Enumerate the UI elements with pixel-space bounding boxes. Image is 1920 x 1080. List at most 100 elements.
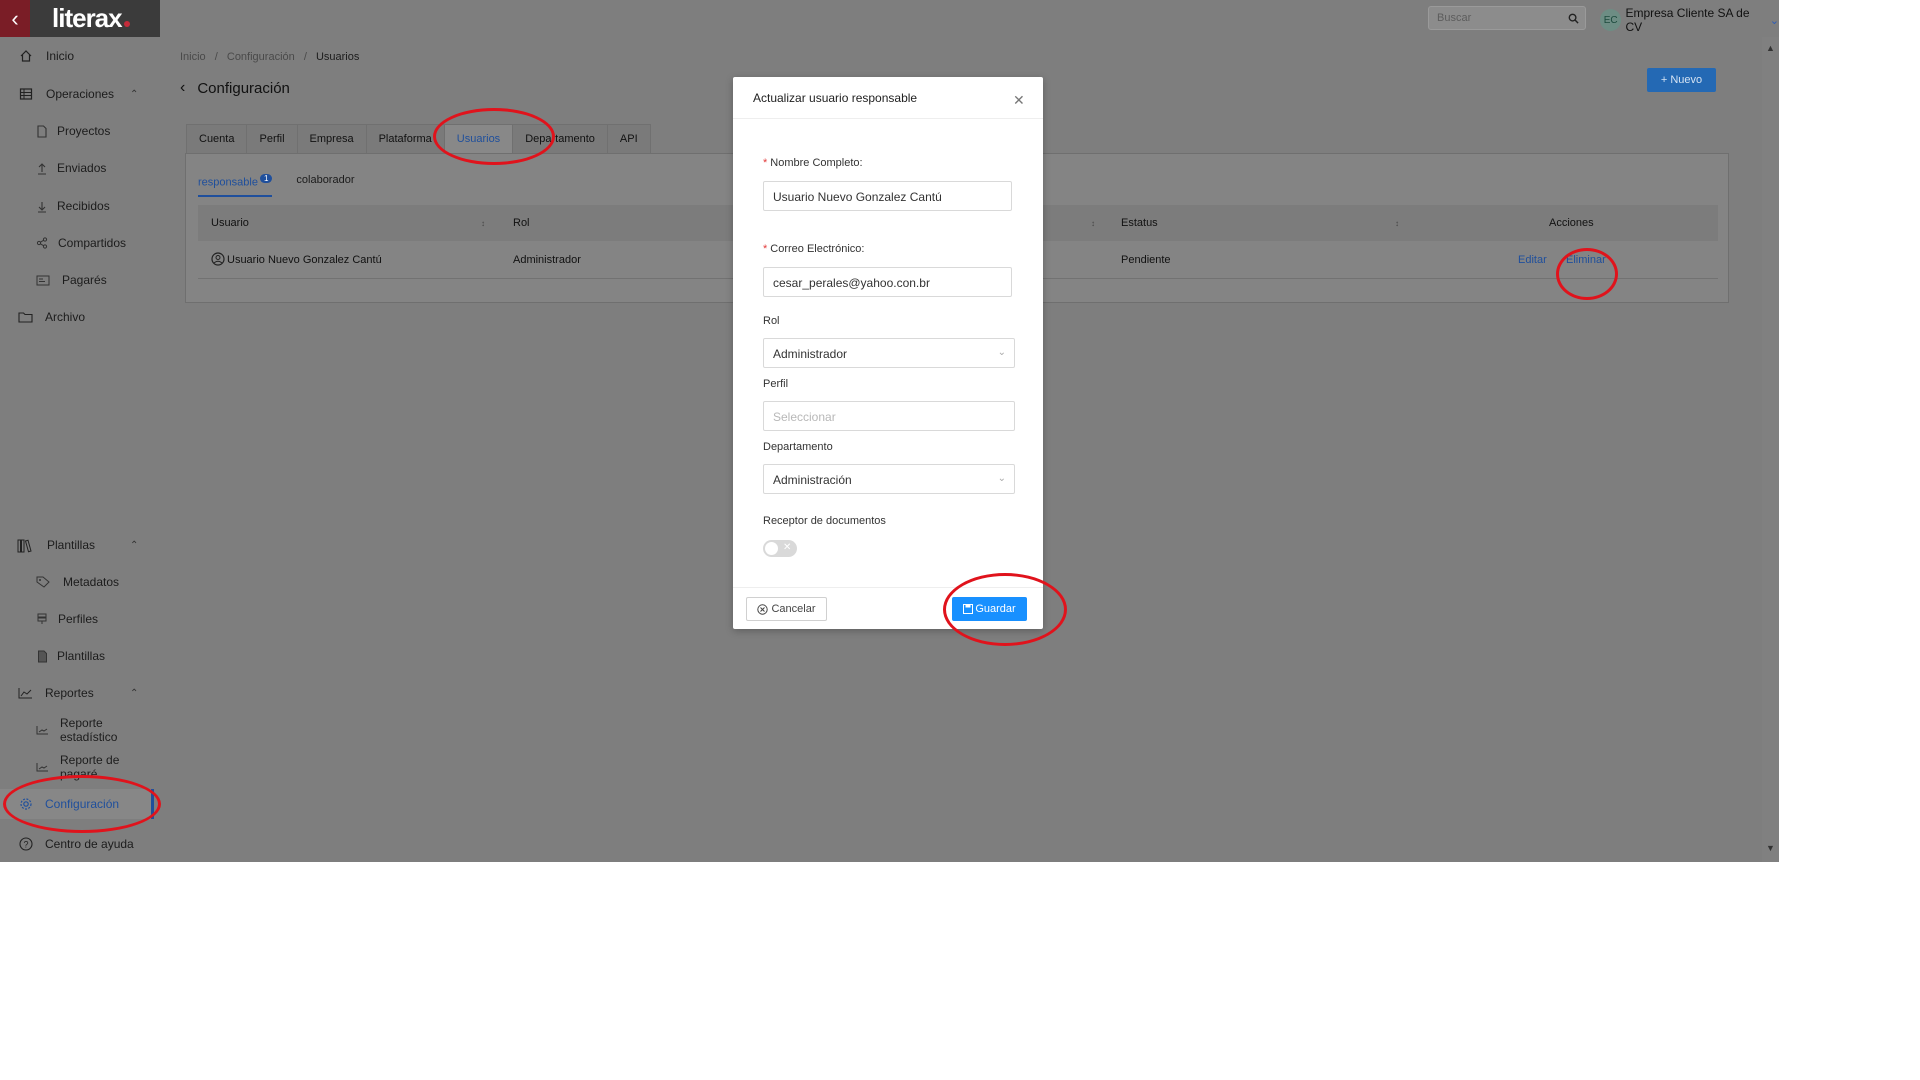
chart-icon: [34, 722, 50, 738]
role-select[interactable]: Administrador ⌄: [763, 338, 1015, 368]
help-icon: ?: [18, 836, 34, 852]
breadcrumb-separator: /: [303, 51, 307, 63]
user-subtabs: responsable 1 colaborador: [198, 174, 378, 197]
folder-icon: [17, 309, 33, 325]
chevron-up-icon: ⌃: [130, 539, 139, 551]
sidebar-item-pagares[interactable]: Pagarés: [0, 265, 154, 295]
cancel-button[interactable]: Cancelar: [746, 597, 827, 621]
name-field[interactable]: Usuario Nuevo Gonzalez Cantú: [763, 181, 1012, 211]
sidebar-item-perfiles[interactable]: Perfiles: [0, 604, 154, 634]
tab-usuarios[interactable]: Usuarios: [443, 124, 514, 153]
sidebar-item-configuracion[interactable]: Configuración: [0, 789, 154, 819]
sidebar-item-reportes[interactable]: Reportes ⌃: [0, 678, 154, 708]
count-badge: 1: [259, 174, 273, 183]
user-circle-icon: [211, 252, 225, 269]
tab-cuenta[interactable]: Cuenta: [186, 124, 248, 153]
profile-select[interactable]: Seleccionar: [763, 401, 1015, 431]
modal-title: Actualizar usuario responsable: [753, 91, 918, 105]
brand-name: literax: [52, 3, 123, 33]
delete-link[interactable]: Eliminar: [1566, 254, 1606, 266]
tab-departamento[interactable]: Departamento: [512, 124, 608, 153]
cell-estatus: Pendiente: [1121, 254, 1171, 266]
profiles-icon: [34, 611, 50, 627]
sort-icon[interactable]: ↕: [481, 219, 485, 228]
receiver-toggle[interactable]: ✕: [763, 540, 797, 557]
header-usuario: Usuario: [211, 217, 249, 229]
tab-empresa[interactable]: Empresa: [296, 124, 367, 153]
chevron-up-icon: ⌃: [130, 687, 139, 699]
search-icon: [1568, 13, 1579, 24]
cell-rol: Administrador: [513, 254, 581, 266]
tab-api[interactable]: API: [606, 124, 651, 153]
tab-plataforma[interactable]: Plataforma: [365, 124, 445, 153]
name-label: * Nombre Completo:: [763, 157, 863, 169]
sort-icon[interactable]: ↕: [1091, 219, 1095, 228]
back-arrow-icon[interactable]: ‹: [0, 0, 30, 37]
header-rol: Rol: [513, 217, 530, 229]
tab-perfil[interactable]: Perfil: [246, 124, 298, 153]
header-acciones: Acciones: [1549, 217, 1594, 229]
breadcrumb-section[interactable]: Configuración: [227, 51, 295, 63]
document-icon: [34, 123, 50, 139]
email-field[interactable]: cesar_perales@yahoo.con.br: [763, 267, 1012, 297]
share-icon: [34, 235, 50, 251]
search-placeholder: Buscar: [1437, 12, 1472, 24]
cell-usuario: Usuario Nuevo Gonzalez Cantú: [227, 254, 382, 266]
breadcrumb: Inicio / Configuración / Usuarios: [180, 51, 359, 63]
search-input[interactable]: Buscar: [1428, 6, 1586, 30]
sidebar-item-reporte-pagare[interactable]: Reporte de pagaré: [0, 752, 154, 782]
toggle-off-icon: ✕: [783, 542, 792, 553]
breadcrumb-current: Usuarios: [315, 51, 360, 63]
save-icon: [963, 604, 974, 614]
chevron-down-icon: ⌄: [997, 473, 1006, 484]
vertical-scrollbar[interactable]: ▲ ▼: [1762, 37, 1779, 862]
modal-footer: Cancelar Guardar: [733, 587, 1043, 629]
sidebar-item-proyectos[interactable]: Proyectos: [0, 116, 154, 146]
sidebar-item-centro-ayuda[interactable]: ? Centro de ayuda: [0, 829, 154, 859]
edit-link[interactable]: Editar: [1518, 254, 1547, 266]
new-button[interactable]: + Nuevo: [1647, 68, 1716, 92]
tag-icon: [35, 574, 51, 590]
sidebar-item-reporte-estadistico[interactable]: Reporte estadístico: [0, 715, 154, 745]
header-estatus: Estatus: [1121, 217, 1158, 229]
page-title: Configuración: [197, 79, 290, 97]
scroll-up-icon[interactable]: ▲: [1766, 43, 1775, 53]
company-selector[interactable]: EC Empresa Cliente SA de CV ⌄: [1600, 6, 1779, 34]
department-label: Departamento: [763, 441, 833, 453]
sidebar-item-recibidos[interactable]: Recibidos: [0, 191, 154, 221]
sidebar-item-enviados[interactable]: Enviados: [0, 153, 154, 183]
toggle-knob: [765, 542, 778, 555]
role-label: Rol: [763, 315, 780, 327]
sidebar-item-inicio[interactable]: Inicio: [0, 41, 154, 71]
sidebar-item-plantillas[interactable]: Plantillas ⌃: [0, 530, 154, 560]
profile-label: Perfil: [763, 378, 789, 390]
chart-icon: [17, 685, 33, 701]
modal-header: Actualizar usuario responsable ✕: [733, 77, 1043, 119]
breadcrumb-separator: /: [214, 51, 218, 63]
top-bar: ‹ literax Buscar EC Empresa Cliente SA d…: [0, 0, 1779, 37]
department-select[interactable]: Administración ⌄: [763, 464, 1015, 494]
templates-icon: [17, 537, 33, 553]
logo: ‹ literax: [0, 0, 160, 37]
subtab-responsable[interactable]: responsable 1: [198, 174, 273, 197]
sort-icon[interactable]: ↕: [1395, 219, 1399, 228]
subtab-colaborador[interactable]: colaborador: [296, 174, 354, 197]
sidebar-item-compartidos[interactable]: Compartidos: [0, 228, 154, 258]
email-label: * Correo Electrónico:: [763, 243, 865, 255]
sidebar-item-plantillas-sub[interactable]: Plantillas: [0, 641, 154, 671]
sidebar-item-archivo[interactable]: Archivo: [0, 302, 154, 332]
operations-icon: [18, 86, 34, 102]
save-button[interactable]: Guardar: [952, 597, 1027, 621]
sidebar-item-operaciones[interactable]: Operaciones ⌃: [0, 79, 154, 109]
close-icon[interactable]: ✕: [1013, 92, 1025, 109]
cancel-circle-icon: [757, 603, 769, 615]
sidebar-item-metadatos[interactable]: Metadatos: [0, 567, 154, 597]
company-name: Empresa Cliente SA de CV: [1625, 6, 1750, 34]
breadcrumb-home[interactable]: Inicio: [180, 51, 206, 63]
chart-icon: [34, 759, 50, 775]
chevron-down-icon: ⌄: [997, 347, 1006, 358]
page-title-row: ‹ Configuración: [180, 79, 290, 97]
scroll-down-icon[interactable]: ▼: [1766, 843, 1775, 853]
gear-icon: [18, 796, 34, 812]
back-chevron-icon[interactable]: ‹: [180, 79, 185, 97]
